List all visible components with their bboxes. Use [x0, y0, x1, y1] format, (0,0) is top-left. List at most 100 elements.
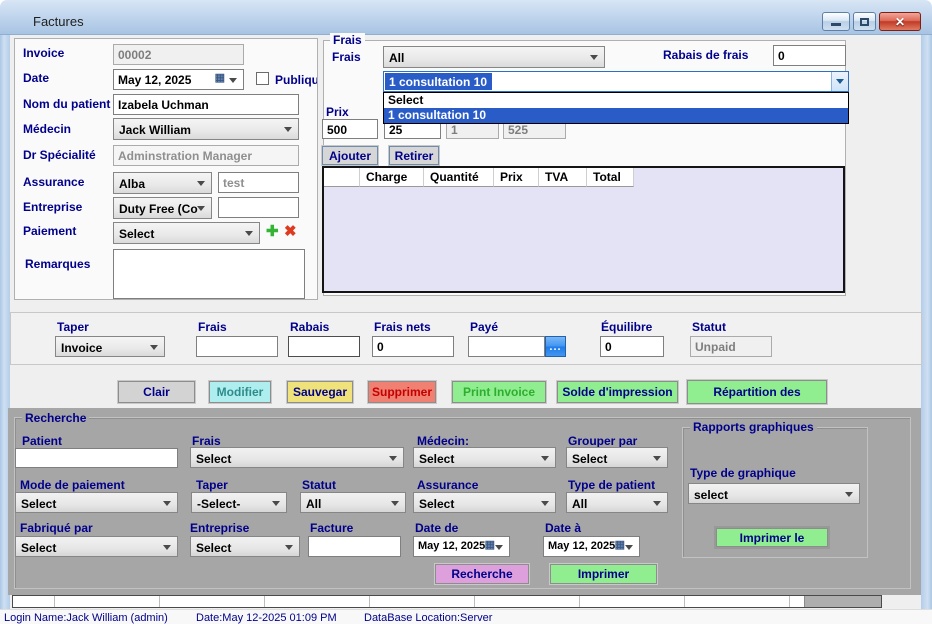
clair-button[interactable]: Clair — [118, 381, 195, 403]
prix-field[interactable]: 500 — [322, 119, 378, 139]
recherche-button[interactable]: Recherche — [435, 564, 529, 584]
paye-browse-button[interactable]: ... — [545, 336, 566, 357]
remarques-label: Remarques — [25, 257, 90, 271]
grid-header-total[interactable]: Total — [587, 168, 634, 187]
chevron-down-icon — [495, 545, 503, 550]
taper-label: Taper — [57, 320, 89, 334]
minimize-icon — [831, 23, 841, 26]
frais-filter-combo[interactable]: All — [383, 46, 605, 68]
specialite-label: Dr Spécialité — [23, 148, 96, 162]
title-bar[interactable]: Factures — [0, 0, 932, 35]
search-frais-combo[interactable]: Select — [190, 447, 404, 468]
chevron-down-icon — [284, 127, 292, 132]
facture-label: Facture — [310, 521, 353, 535]
date-label: Date — [23, 71, 49, 85]
equilibre-label: Équilibre — [601, 320, 652, 334]
charge-combo[interactable]: 1 consultation 10 — [383, 71, 849, 92]
rabais-frais-field[interactable]: 0 — [773, 45, 846, 66]
add-payment-icon[interactable]: ✚ — [266, 224, 279, 239]
chevron-down-icon — [197, 206, 205, 211]
solde-impression-button[interactable]: Solde d'impression — [557, 381, 678, 403]
chevron-down-icon — [590, 55, 598, 60]
assurance-note-field[interactable]: test — [218, 172, 299, 193]
dropdown-item-consultation[interactable]: 1 consultation 10 — [384, 108, 848, 123]
search-panel: Recherche Patient Frais Select Médecin: … — [8, 408, 921, 595]
grid-header-charge[interactable]: Charge — [360, 168, 424, 187]
statut-label: Statut — [692, 320, 726, 334]
remarques-textarea[interactable] — [113, 249, 305, 299]
search-title: Recherche — [22, 411, 89, 425]
scrollbar-thumb[interactable] — [804, 596, 881, 607]
assurance-combo[interactable]: Alba — [113, 172, 212, 194]
taper-combo[interactable]: Invoice — [55, 336, 165, 357]
invoice-number-field[interactable]: 00002 — [113, 44, 244, 65]
search-entreprise-combo[interactable]: Select — [190, 536, 300, 557]
close-button[interactable]: ✕ — [879, 12, 921, 31]
charges-grid: Charge Quantité Prix TVA Total — [322, 166, 845, 293]
facture-input[interactable] — [308, 536, 401, 557]
equilibre-field[interactable]: 0 — [600, 336, 664, 357]
charge-combo-dropdown-button[interactable] — [831, 72, 848, 91]
supprimer-button[interactable]: Supprimer — [368, 381, 436, 403]
totals-rabais-field[interactable] — [288, 336, 360, 357]
grid-header-selector[interactable] — [324, 168, 360, 187]
minimize-button[interactable] — [822, 12, 850, 31]
date-de-label: Date de — [415, 521, 458, 535]
paye-field[interactable] — [468, 336, 545, 357]
imprimer-le-button[interactable]: Imprimer le — [716, 528, 828, 547]
ajouter-button[interactable]: Ajouter — [322, 146, 378, 165]
charges-grid-header: Charge Quantité Prix TVA Total — [324, 168, 843, 187]
rapports-title: Rapports graphiques — [690, 420, 817, 434]
mode-paiement-combo[interactable]: Select — [15, 492, 178, 513]
sauvegar-button[interactable]: Sauvegar — [287, 381, 353, 403]
results-grid-strip[interactable] — [12, 595, 882, 608]
fabrique-par-combo[interactable]: Select — [15, 536, 178, 557]
window-title: Factures — [33, 14, 84, 29]
search-taper-combo[interactable]: -Select- — [191, 492, 287, 513]
grouper-par-combo[interactable]: Select — [566, 447, 668, 468]
paiement-combo[interactable]: Select — [113, 222, 260, 244]
repartition-button[interactable]: Répartition des — [687, 380, 827, 404]
frais-panel-title: Frais — [330, 33, 365, 47]
specialite-field[interactable]: Adminstration Manager — [113, 145, 299, 166]
dropdown-item-select[interactable]: Select — [384, 93, 848, 108]
delete-payment-icon[interactable]: ✖ — [284, 224, 297, 239]
totals-frais-field[interactable] — [196, 336, 278, 357]
entreprise-note-field[interactable] — [218, 197, 299, 218]
date-a-picker[interactable]: May 12, 2025 ▦ — [543, 536, 640, 557]
date-de-picker[interactable]: May 12, 2025 ▦ — [413, 536, 510, 557]
publique-label: Publique — [275, 73, 318, 87]
search-medecin-combo[interactable]: Select — [413, 447, 556, 468]
patient-label: Nom du patient — [23, 97, 110, 111]
medecin-combo[interactable]: Jack William — [113, 118, 299, 140]
chevron-down-icon — [389, 456, 397, 461]
chevron-down-icon — [150, 345, 158, 350]
search-assurance-combo[interactable]: Select — [413, 492, 556, 513]
statut-field[interactable]: Unpaid — [690, 336, 772, 357]
calendar-icon: ▦ — [615, 540, 625, 551]
patient-name-field[interactable]: Izabela Uchman — [113, 94, 299, 115]
entreprise-combo[interactable]: Duty Free (Co — [113, 197, 212, 219]
search-patient-label: Patient — [22, 434, 62, 448]
entreprise-label: Entreprise — [23, 200, 82, 214]
grid-header-quantite[interactable]: Quantité — [424, 168, 494, 187]
date-picker[interactable]: May 12, 2025 ▦ — [113, 69, 244, 90]
chevron-down-icon — [653, 456, 661, 461]
search-patient-input[interactable] — [15, 448, 178, 468]
grid-header-prix[interactable]: Prix — [494, 168, 539, 187]
retirer-button[interactable]: Retirer — [389, 146, 439, 165]
search-taper-label: Taper — [196, 478, 228, 492]
frais-nets-field[interactable]: 0 — [372, 336, 454, 357]
invoice-label: Invoice — [23, 46, 64, 60]
print-invoice-button[interactable]: Print Invoice — [452, 381, 546, 403]
maximize-button[interactable] — [853, 12, 876, 31]
publique-checkbox[interactable] — [256, 72, 269, 85]
type-patient-combo[interactable]: All — [566, 492, 668, 513]
search-statut-combo[interactable]: All — [300, 492, 406, 513]
frais-combo-label: Frais — [332, 50, 361, 64]
imprimer-button[interactable]: Imprimer — [550, 564, 657, 584]
chevron-down-icon — [391, 501, 399, 506]
grid-header-tva[interactable]: TVA — [539, 168, 587, 187]
type-graphique-combo[interactable]: select — [688, 483, 860, 504]
modifier-button[interactable]: Modifier — [209, 381, 271, 403]
